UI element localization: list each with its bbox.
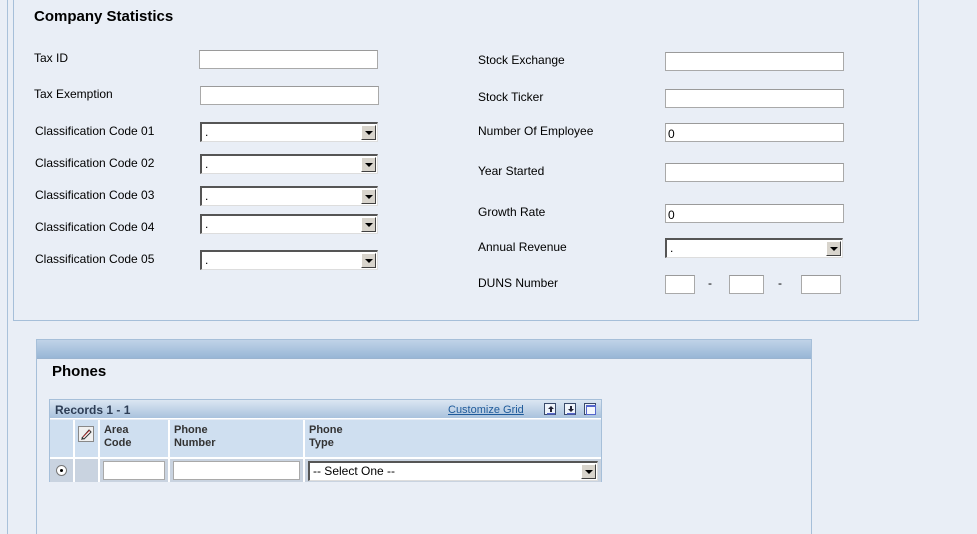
growth-rate-label: Growth Rate [478,205,546,219]
phones-section: Phones Records 1 - 1 Customize Grid Area… [36,339,812,534]
chevron-down-icon[interactable] [361,217,376,232]
phone-number-input[interactable] [172,461,300,480]
chevron-down-icon[interactable] [580,463,596,479]
phones-header-bar [37,340,811,359]
select-column-header [50,420,76,458]
customize-grid-link[interactable]: Customize Grid [448,404,524,416]
page-left-border [7,0,8,534]
maximize-icon[interactable] [584,403,596,415]
annual-revenue-label: Annual Revenue [478,240,567,254]
grid-toolbar: Records 1 - 1 Customize Grid [50,400,601,419]
stock-exchange-label: Stock Exchange [478,53,565,67]
phones-title: Phones [52,363,107,380]
duns-number-label: DUNS Number [478,276,559,290]
phone-type-select[interactable]: -- Select One -- [307,460,598,481]
annual-revenue-select[interactable]: . [665,238,843,258]
duns-part-2-input[interactable] [729,275,764,294]
export-icon[interactable] [544,403,556,415]
classification-code-03-select[interactable]: . [200,186,378,206]
row-radio-button[interactable] [56,465,67,476]
edit-column-header [74,420,100,458]
tax-exemption-label: Tax Exemption [34,87,113,101]
row-edit-cell [74,457,100,482]
duns-part-1-input[interactable] [665,275,695,294]
row-select-cell [50,457,76,482]
tax-exemption-input[interactable] [200,86,379,105]
chevron-down-icon[interactable] [361,157,376,172]
duns-part-3-input[interactable] [801,275,841,294]
growth-rate-input[interactable] [665,204,844,223]
edit-pencil-icon[interactable] [78,426,95,442]
table-row: -- Select One -- [50,457,601,482]
phones-grid: Records 1 - 1 Customize Grid Area Code P… [49,399,602,482]
classification-code-05-label: Classification Code 05 [35,252,155,266]
year-started-input[interactable] [665,163,844,182]
phone-type-column-header[interactable]: Phone Type [303,420,601,458]
duns-separator: - [778,276,782,290]
chevron-down-icon[interactable] [361,189,376,204]
number-of-employee-label: Number Of Employee [478,124,594,138]
duns-separator: - [708,276,712,290]
stock-ticker-input[interactable] [665,89,844,108]
chevron-down-icon[interactable] [826,241,841,256]
chevron-down-icon[interactable] [361,253,376,268]
stock-exchange-input[interactable] [665,52,844,71]
phone-number-column-header[interactable]: Phone Number [168,420,305,458]
stock-ticker-label: Stock Ticker [478,90,544,104]
classification-code-05-select[interactable]: . [200,250,378,270]
import-icon[interactable] [564,403,576,415]
phone-number-cell [168,457,305,482]
classification-code-02-label: Classification Code 02 [35,156,155,170]
year-started-label: Year Started [478,164,545,178]
classification-code-04-select[interactable]: . [200,214,378,234]
section-title: Company Statistics [34,8,174,25]
phone-type-cell: -- Select One -- [303,457,601,482]
classification-code-01-select[interactable]: . [200,122,378,142]
tax-id-label: Tax ID [34,51,69,65]
classification-code-03-label: Classification Code 03 [35,188,155,202]
area-code-cell [98,457,170,482]
area-code-input[interactable] [102,461,165,480]
chevron-down-icon[interactable] [361,125,376,140]
classification-code-04-label: Classification Code 04 [35,220,155,234]
phones-table: Area Code Phone Number Phone Type -- Sel… [50,420,601,482]
area-code-column-header[interactable]: Area Code [98,420,170,458]
classification-code-02-select[interactable]: . [200,154,378,174]
tax-id-input[interactable] [199,50,378,69]
records-count: Records 1 - 1 [55,403,131,417]
classification-code-01-label: Classification Code 01 [35,124,155,138]
number-of-employee-input[interactable] [665,123,844,142]
